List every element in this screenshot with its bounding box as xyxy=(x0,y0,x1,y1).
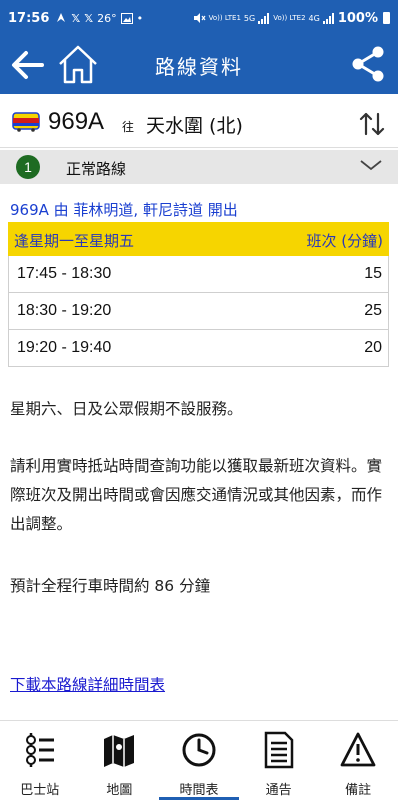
route-header: 969A 往 天水圍 (北) xyxy=(0,98,398,148)
schedule-frequency-header: 班次 (分鐘) xyxy=(306,232,383,250)
nav-label: 地圖 xyxy=(106,783,133,798)
network-label-4: 4G xyxy=(308,13,320,23)
share-icon[interactable] xyxy=(348,44,388,84)
nav-label: 巴士站 xyxy=(20,783,60,798)
schedule-frequency: 25 xyxy=(364,302,382,319)
realtime-note: 請利用實時抵站時間查詢功能以獲取最新班次資料。實際班次及開出時間或會因應交通情況… xyxy=(10,457,383,533)
holiday-note: 星期六、日及公眾假期不設服務。 xyxy=(10,400,243,418)
schedule-time-range: 18:30 - 19:20 xyxy=(17,302,112,319)
variant-index-badge: 1 xyxy=(16,155,40,179)
temperature: 26° xyxy=(97,11,117,25)
battery-icon xyxy=(383,12,390,24)
chevron-down-icon xyxy=(360,160,382,171)
download-timetable-link[interactable]: 下載本路線詳細時間表 xyxy=(10,673,165,695)
table-row: 18:30 - 19:20 25 xyxy=(8,293,389,330)
journey-time-note: 預計全程行車時間約 86 分鐘 xyxy=(10,577,211,595)
route-destination: 天水圍 (北) xyxy=(146,115,243,137)
status-bar: 17:56 𝕏 𝕏 26° • Vo)) LTE1 5G Vo)) LTE2 4… xyxy=(0,0,398,36)
table-row: 17:45 - 18:30 15 xyxy=(8,256,389,293)
toward-label: 往 xyxy=(122,120,135,134)
nav-label: 通告 xyxy=(265,783,292,798)
x-app-icon: 𝕏 xyxy=(71,11,81,25)
schedule-day-header: 逢星期一至星期五 xyxy=(14,232,135,250)
schedule-header: 逢星期一至星期五 班次 (分鐘) xyxy=(8,222,389,256)
status-time: 17:56 xyxy=(8,10,50,26)
map-icon xyxy=(104,735,135,767)
table-row: 19:20 - 19:40 20 xyxy=(8,330,389,367)
navigation-app-icon xyxy=(57,13,66,22)
x-app-icon-2: 𝕏 xyxy=(84,11,94,25)
schedule-time-range: 17:45 - 18:30 xyxy=(17,265,112,282)
nav-notices[interactable]: 通告 xyxy=(239,721,319,800)
nav-bus-stops[interactable]: 巴士站 xyxy=(0,721,80,800)
page-title: 路線資料 xyxy=(155,55,243,79)
network-label-2: 5G xyxy=(243,13,256,23)
route-variant-selector[interactable]: 1 正常路線 xyxy=(0,150,398,184)
image-icon xyxy=(120,12,133,24)
nav-remarks[interactable]: 備註 xyxy=(318,721,398,800)
battery-percent: 100% xyxy=(337,10,378,26)
network-label-1: Vo)) LTE1 xyxy=(208,14,241,22)
schedule-time-range: 19:20 - 19:40 xyxy=(17,339,112,356)
nav-label: 備註 xyxy=(345,783,372,798)
bottom-nav: 巴士站 地圖 時間表 通告 備註 xyxy=(0,720,398,800)
signal-icon-2 xyxy=(322,12,334,24)
warning-icon xyxy=(340,732,376,767)
signal-icon xyxy=(258,12,270,24)
app-bar: 路線資料 xyxy=(0,36,398,94)
departure-info: 969A 由 菲林明道, 軒尼詩道 開出 xyxy=(10,201,238,219)
swap-direction-icon[interactable] xyxy=(358,110,386,138)
nav-label: 時間表 xyxy=(179,783,219,798)
document-icon xyxy=(264,731,293,769)
clock-icon xyxy=(182,733,216,767)
schedule-table: 17:45 - 18:30 15 18:30 - 19:20 25 19:20 … xyxy=(8,256,389,367)
route-number: 969A xyxy=(48,108,105,135)
nav-map[interactable]: 地圖 xyxy=(80,721,160,800)
schedule-frequency: 15 xyxy=(364,265,382,282)
bus-stop-list-icon xyxy=(25,733,54,767)
nav-timetable[interactable]: 時間表 xyxy=(159,721,239,800)
bus-icon xyxy=(12,112,40,132)
network-label-3: Vo)) LTE2 xyxy=(273,14,306,22)
variant-label: 正常路線 xyxy=(66,160,127,178)
mute-icon xyxy=(193,13,206,23)
schedule-frequency: 20 xyxy=(364,339,382,356)
dot-icon: • xyxy=(136,11,144,25)
